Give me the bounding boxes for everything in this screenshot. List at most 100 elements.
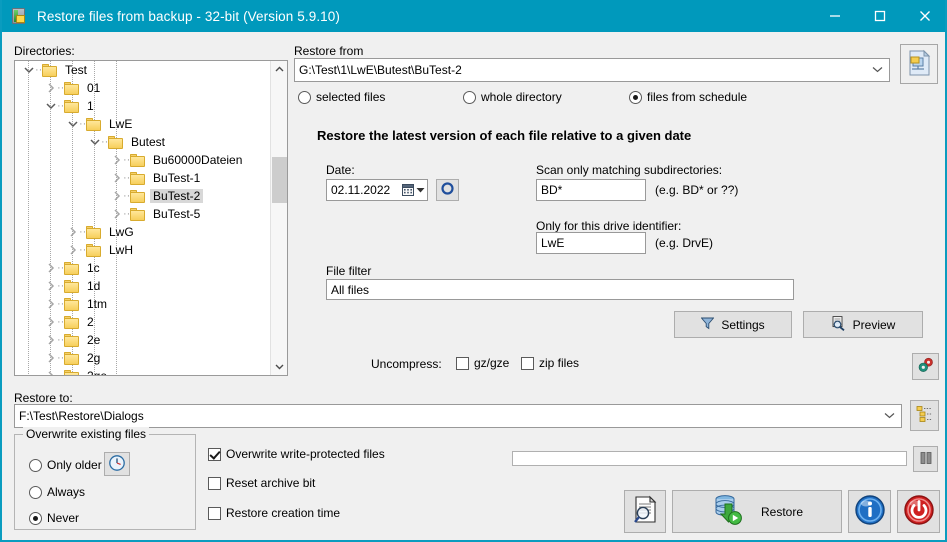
mode-label: whole directory xyxy=(481,90,562,104)
scan-subdirs-input[interactable]: BD* xyxy=(536,179,646,201)
chevron-right-icon[interactable] xyxy=(45,295,57,313)
tree-item[interactable]: ·· 2e xyxy=(15,331,269,349)
tree-connector: ·· xyxy=(35,63,43,76)
overwrite-always[interactable]: Always xyxy=(29,485,85,499)
tree-item[interactable]: ·· 1 xyxy=(15,97,269,115)
tree-item[interactable]: ·· 1d xyxy=(15,277,269,295)
chevron-down-icon[interactable] xyxy=(869,64,885,76)
restore-from-path-combo[interactable]: G:\Test\1\LwE\Butest\BuTest-2 xyxy=(294,58,890,82)
tree-item-label: 1 xyxy=(87,99,94,113)
tree-item-label: 1d xyxy=(87,279,101,293)
file-filter-label: File filter xyxy=(326,264,372,278)
restore-from-source-button[interactable] xyxy=(900,44,938,84)
radio-dot xyxy=(463,90,476,104)
chevron-right-icon[interactable] xyxy=(45,79,57,97)
scroll-down-icon[interactable] xyxy=(271,358,287,375)
folder-icon xyxy=(108,135,123,149)
date-value: 02.11.2022 xyxy=(331,183,391,197)
chevron-right-icon[interactable] xyxy=(45,349,57,367)
tree-item[interactable]: ·· 01 xyxy=(15,79,269,97)
tree-item-label: Bu60000Dateien xyxy=(153,153,243,167)
chevron-right-icon[interactable] xyxy=(67,241,79,259)
chevron-down-icon[interactable] xyxy=(881,410,897,422)
overwrite-option-label: Always xyxy=(47,485,86,499)
scroll-thumb[interactable] xyxy=(272,157,287,203)
mode-whole-directory[interactable]: whole directory xyxy=(463,90,562,104)
preview-button[interactable]: Preview xyxy=(803,311,923,338)
chevron-down-icon[interactable] xyxy=(416,187,425,193)
tree-item[interactable]: ·· 2g xyxy=(15,349,269,367)
restore-to-path-combo[interactable]: F:\Test\Restore\Dialogs xyxy=(14,404,902,428)
option-overwrite-write-protected[interactable]: Overwrite write-protected files xyxy=(208,447,385,461)
folder-icon xyxy=(64,279,79,293)
info-circle-icon xyxy=(854,494,886,529)
chevron-right-icon[interactable] xyxy=(45,259,57,277)
chevron-right-icon[interactable] xyxy=(111,187,123,205)
uncompress-gz-checkbox[interactable]: gz/gze xyxy=(456,356,509,370)
uncompress-label: Uncompress: xyxy=(371,357,442,371)
chevron-right-icon[interactable] xyxy=(45,331,57,349)
restore-to-browse-button[interactable] xyxy=(910,400,939,431)
tree-item[interactable]: ·· LwG xyxy=(15,223,269,241)
tree-connector: ·· xyxy=(57,315,65,328)
info-button[interactable] xyxy=(848,490,891,533)
log-button[interactable] xyxy=(624,490,666,533)
tree-item[interactable]: ·· Bu60000Dateien xyxy=(15,151,269,169)
date-label: Date: xyxy=(326,163,355,177)
tree-item[interactable]: ·· LwH xyxy=(15,241,269,259)
pause-icon xyxy=(919,451,933,468)
overwrite-never[interactable]: Never xyxy=(29,511,79,525)
exit-button[interactable] xyxy=(897,490,940,533)
date-refresh-button[interactable] xyxy=(436,179,459,201)
chevron-right-icon[interactable] xyxy=(111,169,123,187)
chevron-right-icon[interactable] xyxy=(45,367,57,375)
scroll-up-icon[interactable] xyxy=(271,61,287,78)
chevron-right-icon[interactable] xyxy=(111,151,123,169)
option-restore-creation-time[interactable]: Restore creation time xyxy=(208,506,340,520)
chevron-down-icon[interactable] xyxy=(67,115,79,133)
chevron-down-icon[interactable] xyxy=(23,61,35,79)
uncompress-option-label: gz/gze xyxy=(474,356,510,370)
uncompress-zip-checkbox[interactable]: zip files xyxy=(521,356,579,370)
chevron-down-icon[interactable] xyxy=(45,97,57,115)
overwrite-only-older[interactable]: Only older xyxy=(29,458,102,472)
chevron-right-icon[interactable] xyxy=(111,205,123,223)
overwrite-option-label: Never xyxy=(47,511,80,525)
tree-item-label: BuTest-1 xyxy=(153,171,201,185)
tree-item[interactable]: ·· BuTest-5 xyxy=(15,205,269,223)
mode-files-from-schedule[interactable]: files from schedule xyxy=(629,90,747,104)
chevron-down-icon[interactable] xyxy=(89,133,101,151)
tree-scrollbar[interactable] xyxy=(270,61,287,375)
folder-icon xyxy=(130,153,145,167)
tree-item[interactable]: ·· LwE xyxy=(15,115,269,133)
folder-icon xyxy=(42,63,57,77)
option-reset-archive-bit[interactable]: Reset archive bit xyxy=(208,476,315,490)
tree-item-label: BuTest-2 xyxy=(150,189,204,203)
advanced-settings-button[interactable] xyxy=(912,353,939,380)
minimize-icon[interactable] xyxy=(812,0,857,32)
chevron-right-icon[interactable] xyxy=(45,277,57,295)
tree-item[interactable]: ·· Butest xyxy=(15,133,269,151)
tree-item[interactable]: ·· 2 xyxy=(15,313,269,331)
tree-item[interactable]: ·· 1c xyxy=(15,259,269,277)
date-input[interactable]: 02.11.2022 xyxy=(326,179,428,201)
tree-item[interactable]: ·· 1tm xyxy=(15,295,269,313)
tree-item[interactable]: ·· Test xyxy=(15,61,269,79)
tree-item[interactable]: ·· 2ge xyxy=(15,367,269,375)
mode-selected-files[interactable]: selected files xyxy=(298,90,385,104)
calendar-icon[interactable] xyxy=(402,184,414,196)
chevron-right-icon[interactable] xyxy=(67,223,79,241)
maximize-icon[interactable] xyxy=(857,0,902,32)
overwrite-option-label: Only older xyxy=(47,458,102,472)
tree-item[interactable]: ·· BuTest-2 xyxy=(15,187,269,205)
file-filter-input[interactable]: All files xyxy=(326,279,794,300)
overwrite-clock-button[interactable] xyxy=(104,452,130,476)
pause-button[interactable] xyxy=(913,446,938,472)
restore-button[interactable]: Restore xyxy=(672,490,842,533)
chevron-right-icon[interactable] xyxy=(45,313,57,331)
tree-item[interactable]: ·· BuTest-1 xyxy=(15,169,269,187)
settings-button[interactable]: Settings xyxy=(674,311,792,338)
close-icon[interactable] xyxy=(902,0,945,32)
directory-tree[interactable]: ·· Test ·· 01 ·· 1 ·· LwE ·· Butest ·· Bu60000Datei… xyxy=(14,60,288,376)
drive-identifier-input[interactable]: LwE xyxy=(536,232,646,254)
